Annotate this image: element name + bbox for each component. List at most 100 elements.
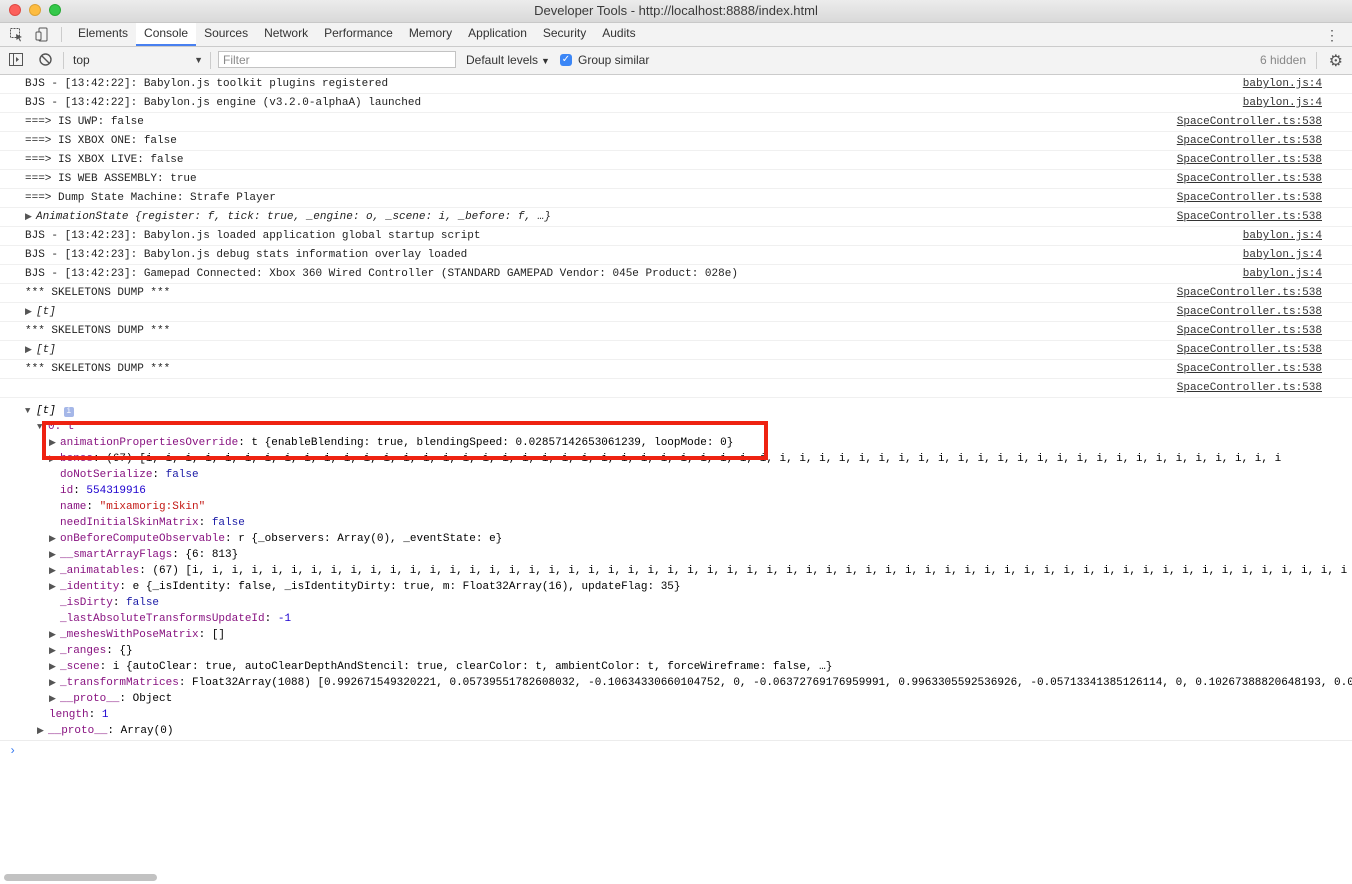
tree-prop-length: length: 1 [49, 709, 109, 721]
source-link[interactable]: SpaceController.ts:538 [1177, 189, 1322, 208]
source-link[interactable]: babylon.js:4 [1243, 94, 1322, 113]
panel-tabs: Elements Console Sources Network Perform… [70, 23, 644, 46]
source-link[interactable]: babylon.js:4 [1243, 246, 1322, 265]
tab-performance[interactable]: Performance [316, 23, 401, 46]
console-message: *** SKELETONS DUMP *** SpaceController.ts… [0, 284, 1352, 303]
console-message: *** SKELETONS DUMP *** SpaceController.ts… [0, 322, 1352, 341]
window-title: Developer Tools - http://localhost:8888/… [534, 3, 818, 18]
expand-triangle-icon[interactable]: ▶ [49, 691, 60, 707]
source-link[interactable]: SpaceController.ts:538 [1177, 170, 1322, 189]
tree-prop-on-before-compute-observable[interactable]: ▶ onBeforeComputeObservable: r {_observer… [49, 531, 502, 547]
console-object-message[interactable]: ▶ [t] SpaceController.ts:538 [0, 341, 1352, 360]
tab-console[interactable]: Console [136, 23, 197, 46]
device-toolbar-icon[interactable] [35, 27, 50, 47]
tree-prop-id: id: 554319916 [60, 485, 146, 497]
tab-audits[interactable]: Audits [594, 23, 643, 46]
tree-prop-last-absolute-transforms-update-id: _lastAbsoluteTransformsUpdateId: -1 [60, 613, 292, 625]
expand-triangle-icon[interactable]: ▶ [49, 627, 60, 643]
tree-prop-transform-matrices[interactable]: ▶ _transformMatrices: Float32Array(1088) … [49, 675, 1352, 691]
sidebar-toggle-icon[interactable] [9, 53, 23, 69]
expand-triangle-icon[interactable]: ▶ [49, 643, 60, 659]
tab-elements[interactable]: Elements [70, 23, 136, 46]
group-similar-toggle[interactable]: ✓ Group similar [560, 53, 649, 67]
expand-triangle-icon[interactable]: ▶ [49, 563, 60, 579]
source-link[interactable]: SpaceController.ts:538 [1177, 151, 1322, 170]
tree-prop-bones[interactable]: ▶ bones: (67) [i, i, i, i, i, i, i, i, i,… [49, 451, 1281, 467]
console-message: BJS - [13:42:22]: Babylon.js toolkit plu… [0, 75, 1352, 94]
tree-prop-need-initial-skin-matrix: needInitialSkinMatrix: false [60, 517, 245, 529]
console-message: ===> IS XBOX LIVE: false SpaceController.… [0, 151, 1352, 170]
console-messages: BJS - [13:42:22]: Babylon.js toolkit plu… [0, 75, 1352, 398]
console-prompt[interactable]: › [9, 744, 16, 758]
horizontal-scrollbar[interactable] [4, 874, 157, 881]
context-select[interactable]: top ▼ [70, 52, 207, 68]
checkmark-icon[interactable]: ✓ [560, 54, 572, 66]
source-link[interactable]: SpaceController.ts:538 [1177, 322, 1322, 341]
gear-icon[interactable]: ⚙ [1329, 51, 1343, 71]
toolbar-divider [210, 52, 211, 69]
tab-security[interactable]: Security [535, 23, 594, 46]
inspect-element-icon[interactable] [9, 27, 24, 47]
source-link[interactable]: SpaceController.ts:538 [1177, 379, 1322, 398]
tree-item-0[interactable]: ▼ 0: t [37, 419, 74, 435]
tree-prop-scene[interactable]: ▶ _scene: i {autoClear: true, autoClearDe… [49, 659, 832, 675]
expand-triangle-icon[interactable]: ▶ [49, 675, 60, 691]
tab-sources[interactable]: Sources [196, 23, 256, 46]
source-link[interactable]: babylon.js:4 [1243, 227, 1322, 246]
info-icon[interactable]: i [63, 407, 74, 417]
source-link[interactable]: SpaceController.ts:538 [1177, 208, 1322, 227]
log-levels-label: Default levels [466, 53, 539, 67]
tree-prop-ranges[interactable]: ▶ _ranges: {} [49, 643, 133, 659]
source-link[interactable]: SpaceController.ts:538 [1177, 303, 1322, 322]
tree-prop-proto-object[interactable]: ▶ __proto__: Object [49, 691, 172, 707]
console-message: BJS - [13:42:23]: Babylon.js loaded appl… [0, 227, 1352, 246]
collapse-triangle-icon[interactable]: ▼ [25, 403, 36, 419]
expand-triangle-icon[interactable]: ▶ [49, 579, 60, 595]
toolbar-divider [61, 27, 62, 42]
log-levels-dropdown[interactable]: Default levels ▼ [466, 53, 550, 67]
tab-network[interactable]: Network [256, 23, 316, 46]
console-message: *** SKELETONS DUMP *** SpaceController.ts… [0, 360, 1352, 379]
console-object-message[interactable]: ▶ [t] SpaceController.ts:538 [0, 303, 1352, 322]
tree-prop-animatables[interactable]: ▶ _animatables: (67) [i, i, i, i, i, i, i… [49, 563, 1347, 579]
dropdown-arrow-icon: ▼ [194, 55, 203, 65]
more-options-icon[interactable]: ⋮ [1325, 27, 1339, 44]
tree-prop-animation-properties-override[interactable]: ▶ animationPropertiesOverride: t {enableB… [49, 435, 733, 451]
source-link[interactable]: SpaceController.ts:538 [1177, 360, 1322, 379]
tree-prop-identity[interactable]: ▶ _identity: e {_isIdentity: false, _isId… [49, 579, 681, 595]
tree-prop-meshes-with-pose-matrix[interactable]: ▶ _meshesWithPoseMatrix: [] [49, 627, 225, 643]
source-link[interactable]: SpaceController.ts:538 [1177, 284, 1322, 303]
tree-root[interactable]: ▼ [t] i [25, 403, 74, 419]
console-message: BJS - [13:42:23]: Babylon.js debug stats… [0, 246, 1352, 265]
source-link[interactable]: SpaceController.ts:538 [1177, 113, 1322, 132]
expand-triangle-icon[interactable]: ▶ [37, 723, 48, 739]
source-link[interactable]: babylon.js:4 [1243, 265, 1322, 284]
tree-prop-smart-array-flags[interactable]: ▶ __smartArrayFlags: {6: 813} [49, 547, 238, 563]
expand-triangle-icon[interactable]: ▶ [49, 451, 60, 467]
tab-memory[interactable]: Memory [401, 23, 460, 46]
tab-application[interactable]: Application [460, 23, 535, 46]
title-bar: Developer Tools - http://localhost:8888/… [0, 0, 1352, 23]
filter-input[interactable] [218, 51, 456, 68]
console-message: ===> IS XBOX ONE: false SpaceController.t… [0, 132, 1352, 151]
clear-console-icon[interactable] [39, 53, 52, 69]
console-message: ===> Dump State Machine: Strafe Player Sp… [0, 189, 1352, 208]
source-link[interactable]: SpaceController.ts:538 [1177, 132, 1322, 151]
toolbar-divider [63, 52, 64, 69]
expand-triangle-icon[interactable]: ▶ [25, 341, 36, 360]
expand-triangle-icon[interactable]: ▶ [25, 208, 36, 227]
console-message: ===> IS UWP: false SpaceController.ts:538 [0, 113, 1352, 132]
expand-triangle-icon[interactable]: ▶ [49, 435, 60, 451]
expand-triangle-icon[interactable]: ▶ [49, 659, 60, 675]
expand-triangle-icon[interactable]: ▶ [49, 531, 60, 547]
source-link[interactable]: SpaceController.ts:538 [1177, 341, 1322, 360]
expand-triangle-icon[interactable]: ▶ [25, 303, 36, 322]
prompt-divider [0, 740, 1352, 741]
console-message: ===> IS WEB ASSEMBLY: true SpaceControlle… [0, 170, 1352, 189]
console-object-message[interactable]: ▶ AnimationState {register: f, tick: true… [0, 208, 1352, 227]
collapse-triangle-icon[interactable]: ▼ [37, 419, 48, 435]
source-link[interactable]: babylon.js:4 [1243, 75, 1322, 94]
tree-prop-proto-array[interactable]: ▶ __proto__: Array(0) [37, 723, 173, 739]
expand-triangle-icon[interactable]: ▶ [49, 547, 60, 563]
devtools-tabbar: Elements Console Sources Network Perform… [0, 23, 1352, 47]
